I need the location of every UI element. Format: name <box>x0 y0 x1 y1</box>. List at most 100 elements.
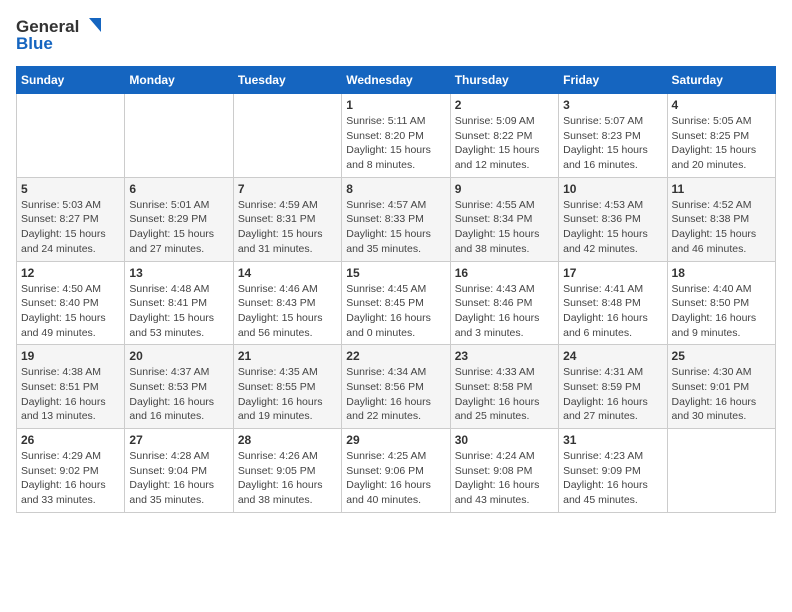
day-number: 3 <box>563 98 662 112</box>
day-number: 19 <box>21 349 120 363</box>
calendar-cell: 25 Sunrise: 4:30 AMSunset: 9:01 PMDayligh… <box>667 345 775 429</box>
calendar-cell: 21 Sunrise: 4:35 AMSunset: 8:55 PMDayligh… <box>233 345 341 429</box>
calendar-cell: 26 Sunrise: 4:29 AMSunset: 9:02 PMDayligh… <box>17 429 125 513</box>
day-header-wednesday: Wednesday <box>342 67 450 94</box>
day-info: Sunrise: 4:35 AMSunset: 8:55 PMDaylight:… <box>238 365 337 424</box>
calendar-cell: 8Sunrise: 4:57 AMSunset: 8:33 PMDaylight… <box>342 177 450 261</box>
day-number: 24 <box>563 349 662 363</box>
calendar-week-row: 26 Sunrise: 4:29 AMSunset: 9:02 PMDayligh… <box>17 429 776 513</box>
day-number: 29 <box>346 433 445 447</box>
day-number: 1 <box>346 98 445 112</box>
day-number: 15 <box>346 266 445 280</box>
calendar-header-row: SundayMondayTuesdayWednesdayThursdayFrid… <box>17 67 776 94</box>
day-number: 8 <box>346 182 445 196</box>
day-info: Sunrise: 4:46 AMSunset: 8:43 PMDaylight:… <box>238 282 337 341</box>
day-info: Sunrise: 4:25 AMSunset: 9:06 PMDaylight:… <box>346 449 445 508</box>
calendar-cell: 31 Sunrise: 4:23 AMSunset: 9:09 PMDayligh… <box>559 429 667 513</box>
calendar-cell: 30Sunrise: 4:24 AMSunset: 9:08 PMDayligh… <box>450 429 558 513</box>
day-header-monday: Monday <box>125 67 233 94</box>
day-number: 9 <box>455 182 554 196</box>
day-info: Sunrise: 4:52 AMSunset: 8:38 PMDaylight:… <box>672 198 771 257</box>
calendar-cell: 6Sunrise: 5:01 AMSunset: 8:29 PMDaylight… <box>125 177 233 261</box>
day-info: Sunrise: 4:28 AMSunset: 9:04 PMDaylight:… <box>129 449 228 508</box>
day-number: 10 <box>563 182 662 196</box>
calendar-cell <box>17 94 125 178</box>
day-info: Sunrise: 4:33 AMSunset: 8:58 PMDaylight:… <box>455 365 554 424</box>
day-number: 17 <box>563 266 662 280</box>
day-info: Sunrise: 4:37 AMSunset: 8:53 PMDaylight:… <box>129 365 228 424</box>
calendar-week-row: 1 Sunrise: 5:11 AMSunset: 8:20 PMDaylight… <box>17 94 776 178</box>
day-number: 28 <box>238 433 337 447</box>
calendar-cell: 28Sunrise: 4:26 AMSunset: 9:05 PMDayligh… <box>233 429 341 513</box>
calendar-cell: 7Sunrise: 4:59 AMSunset: 8:31 PMDaylight… <box>233 177 341 261</box>
day-header-friday: Friday <box>559 67 667 94</box>
day-number: 12 <box>21 266 120 280</box>
day-info: Sunrise: 5:07 AMSunset: 8:23 PMDaylight:… <box>563 114 662 173</box>
day-info: Sunrise: 5:03 AMSunset: 8:27 PMDaylight:… <box>21 198 120 257</box>
day-header-sunday: Sunday <box>17 67 125 94</box>
day-number: 26 <box>21 433 120 447</box>
day-number: 31 <box>563 433 662 447</box>
calendar-cell: 15 Sunrise: 4:45 AMSunset: 8:45 PMDayligh… <box>342 261 450 345</box>
calendar-cell: 2Sunrise: 5:09 AMSunset: 8:22 PMDaylight… <box>450 94 558 178</box>
day-info: Sunrise: 4:40 AMSunset: 8:50 PMDaylight:… <box>672 282 771 341</box>
day-info: Sunrise: 4:23 AMSunset: 9:09 PMDaylight:… <box>563 449 662 508</box>
page-header: General Blue <box>16 16 776 54</box>
logo-triangle-icon <box>81 16 103 38</box>
day-number: 30 <box>455 433 554 447</box>
calendar-cell: 13 Sunrise: 4:48 AMSunset: 8:41 PMDayligh… <box>125 261 233 345</box>
day-number: 4 <box>672 98 771 112</box>
day-number: 23 <box>455 349 554 363</box>
calendar-cell <box>233 94 341 178</box>
day-number: 25 <box>672 349 771 363</box>
calendar-cell: 22 Sunrise: 4:34 AMSunset: 8:56 PMDayligh… <box>342 345 450 429</box>
calendar-cell: 20Sunrise: 4:37 AMSunset: 8:53 PMDayligh… <box>125 345 233 429</box>
logo: General Blue <box>16 16 103 54</box>
day-number: 13 <box>129 266 228 280</box>
calendar-cell <box>667 429 775 513</box>
day-number: 18 <box>672 266 771 280</box>
day-info: Sunrise: 4:29 AMSunset: 9:02 PMDaylight:… <box>21 449 120 508</box>
day-info: Sunrise: 4:41 AMSunset: 8:48 PMDaylight:… <box>563 282 662 341</box>
day-info: Sunrise: 4:31 AMSunset: 8:59 PMDaylight:… <box>563 365 662 424</box>
day-info: Sunrise: 4:53 AMSunset: 8:36 PMDaylight:… <box>563 198 662 257</box>
day-number: 14 <box>238 266 337 280</box>
calendar-cell: 10 Sunrise: 4:53 AMSunset: 8:36 PMDayligh… <box>559 177 667 261</box>
calendar-cell: 14 Sunrise: 4:46 AMSunset: 8:43 PMDayligh… <box>233 261 341 345</box>
calendar-cell: 16 Sunrise: 4:43 AMSunset: 8:46 PMDayligh… <box>450 261 558 345</box>
day-info: Sunrise: 4:34 AMSunset: 8:56 PMDaylight:… <box>346 365 445 424</box>
calendar-cell: 11 Sunrise: 4:52 AMSunset: 8:38 PMDayligh… <box>667 177 775 261</box>
calendar-week-row: 12 Sunrise: 4:50 AMSunset: 8:40 PMDayligh… <box>17 261 776 345</box>
calendar-week-row: 5 Sunrise: 5:03 AMSunset: 8:27 PMDaylight… <box>17 177 776 261</box>
calendar-cell: 27 Sunrise: 4:28 AMSunset: 9:04 PMDayligh… <box>125 429 233 513</box>
calendar-cell: 24 Sunrise: 4:31 AMSunset: 8:59 PMDayligh… <box>559 345 667 429</box>
day-number: 16 <box>455 266 554 280</box>
day-info: Sunrise: 4:38 AMSunset: 8:51 PMDaylight:… <box>21 365 120 424</box>
day-number: 5 <box>21 182 120 196</box>
day-number: 11 <box>672 182 771 196</box>
day-header-thursday: Thursday <box>450 67 558 94</box>
day-header-saturday: Saturday <box>667 67 775 94</box>
day-info: Sunrise: 4:55 AMSunset: 8:34 PMDaylight:… <box>455 198 554 257</box>
calendar-cell: 1 Sunrise: 5:11 AMSunset: 8:20 PMDaylight… <box>342 94 450 178</box>
day-info: Sunrise: 5:09 AMSunset: 8:22 PMDaylight:… <box>455 114 554 173</box>
day-info: Sunrise: 4:48 AMSunset: 8:41 PMDaylight:… <box>129 282 228 341</box>
calendar-cell: 19 Sunrise: 4:38 AMSunset: 8:51 PMDayligh… <box>17 345 125 429</box>
calendar-cell: 5 Sunrise: 5:03 AMSunset: 8:27 PMDaylight… <box>17 177 125 261</box>
day-info: Sunrise: 4:43 AMSunset: 8:46 PMDaylight:… <box>455 282 554 341</box>
day-info: Sunrise: 5:11 AMSunset: 8:20 PMDaylight:… <box>346 114 445 173</box>
calendar-table: SundayMondayTuesdayWednesdayThursdayFrid… <box>16 66 776 513</box>
day-info: Sunrise: 4:50 AMSunset: 8:40 PMDaylight:… <box>21 282 120 341</box>
calendar-cell <box>125 94 233 178</box>
calendar-cell: 4Sunrise: 5:05 AMSunset: 8:25 PMDaylight… <box>667 94 775 178</box>
day-header-tuesday: Tuesday <box>233 67 341 94</box>
calendar-week-row: 19 Sunrise: 4:38 AMSunset: 8:51 PMDayligh… <box>17 345 776 429</box>
day-info: Sunrise: 4:45 AMSunset: 8:45 PMDaylight:… <box>346 282 445 341</box>
day-number: 22 <box>346 349 445 363</box>
day-info: Sunrise: 4:59 AMSunset: 8:31 PMDaylight:… <box>238 198 337 257</box>
calendar-cell: 17 Sunrise: 4:41 AMSunset: 8:48 PMDayligh… <box>559 261 667 345</box>
day-number: 21 <box>238 349 337 363</box>
day-info: Sunrise: 4:30 AMSunset: 9:01 PMDaylight:… <box>672 365 771 424</box>
calendar-cell: 12 Sunrise: 4:50 AMSunset: 8:40 PMDayligh… <box>17 261 125 345</box>
day-number: 27 <box>129 433 228 447</box>
